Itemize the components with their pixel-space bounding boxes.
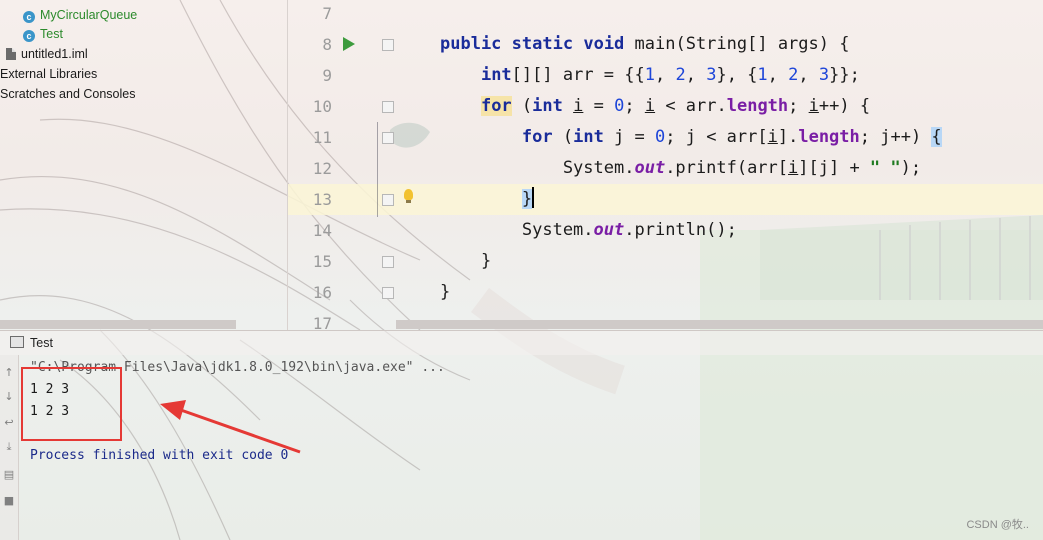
annotation-arrow bbox=[160, 400, 301, 454]
watermark: CSDN @牧.. bbox=[966, 519, 1029, 531]
